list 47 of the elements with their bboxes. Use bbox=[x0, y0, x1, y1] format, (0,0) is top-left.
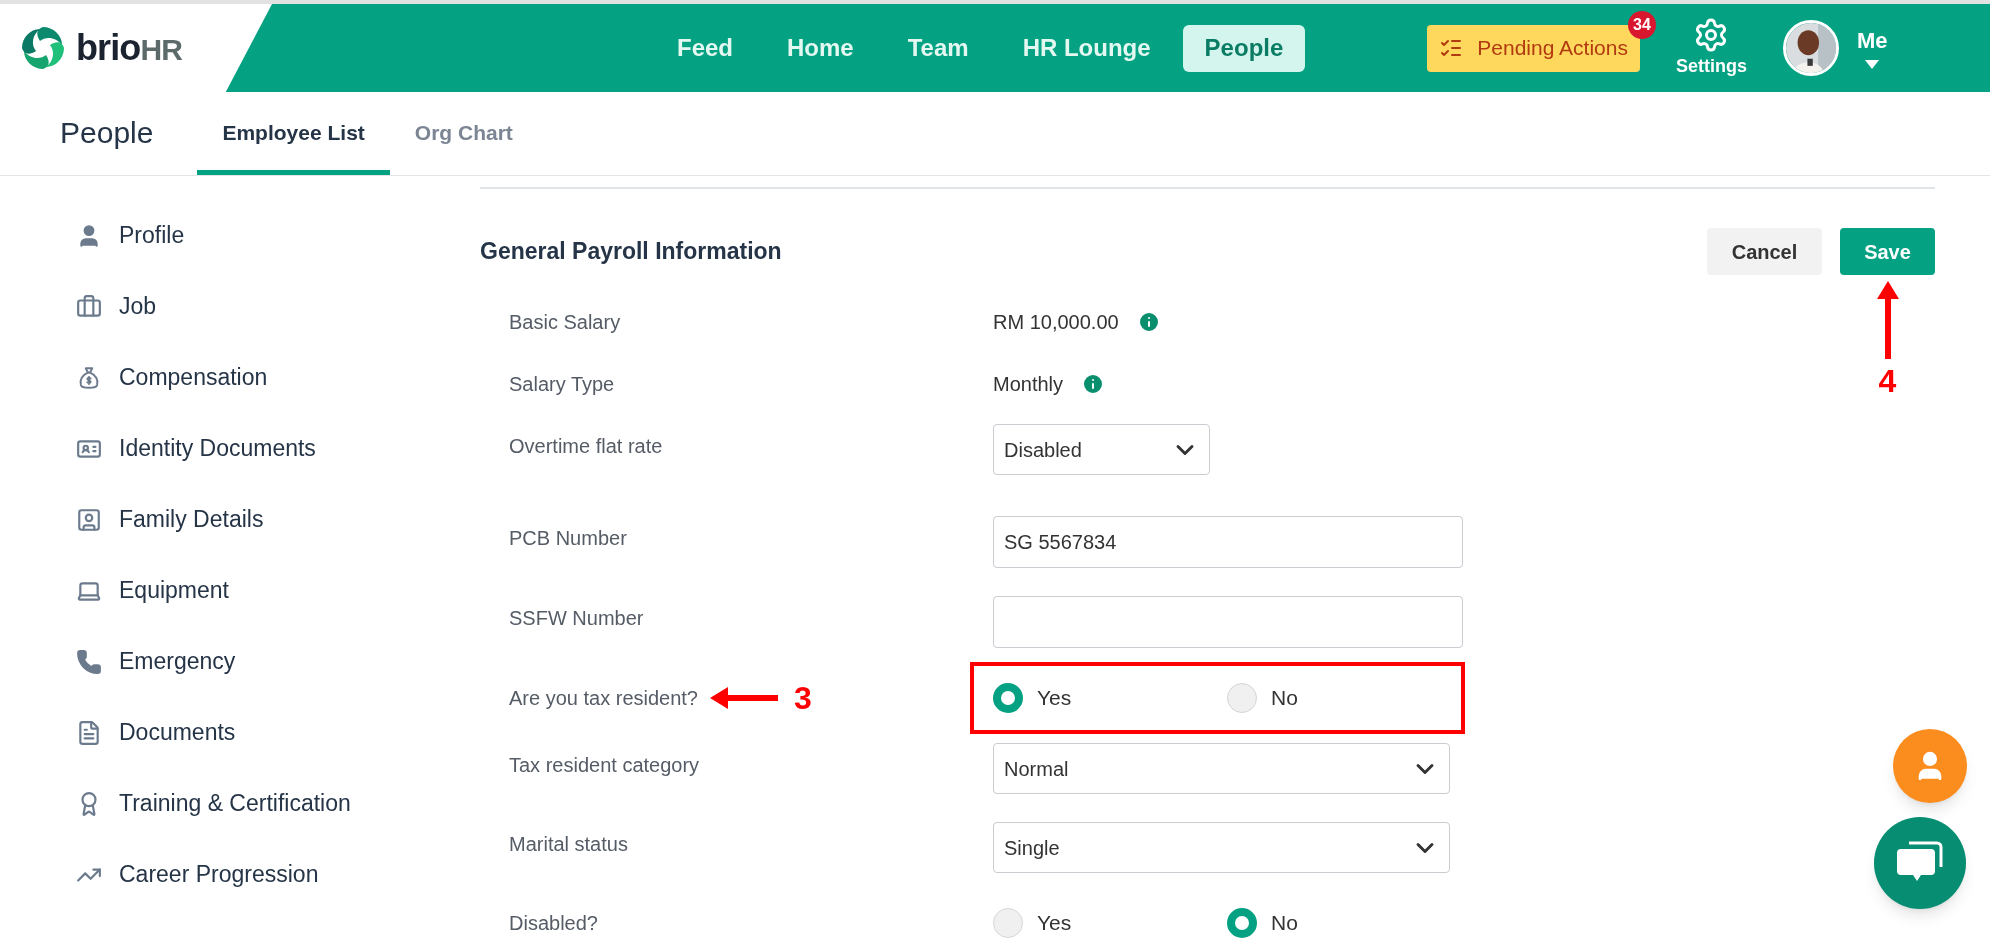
radio-option[interactable]: No bbox=[1227, 676, 1461, 720]
field-label: Tax resident category bbox=[509, 753, 700, 778]
notification-badge: 34 bbox=[1627, 10, 1656, 39]
field-label: Are you tax resident? bbox=[509, 686, 698, 711]
field-label: Salary Type bbox=[509, 372, 615, 397]
contact-button[interactable] bbox=[1893, 729, 1967, 803]
contact-card-icon bbox=[76, 506, 102, 533]
section-title: General Payroll Information bbox=[480, 237, 782, 267]
field-value: RM 10,000.00 bbox=[993, 310, 1119, 335]
radio-option[interactable]: Yes bbox=[993, 676, 1227, 720]
logo-text: brioHR bbox=[76, 26, 182, 70]
field-label: Marital status bbox=[509, 832, 628, 857]
radio-option[interactable]: Yes bbox=[993, 901, 1227, 941]
sidebar-item[interactable]: Compensation bbox=[76, 342, 480, 413]
tab[interactable]: Employee List bbox=[197, 103, 390, 175]
select-field[interactable]: Disabled bbox=[993, 424, 1210, 475]
field-label: Overtime flat rate bbox=[509, 434, 663, 459]
phone-icon bbox=[76, 648, 102, 675]
sidebar-item[interactable]: Job bbox=[76, 271, 480, 342]
tab[interactable]: Org Chart bbox=[389, 103, 538, 175]
annotation-number: 3 bbox=[794, 682, 812, 714]
field-label: Basic Salary bbox=[509, 310, 621, 335]
radio-option[interactable]: No bbox=[1227, 901, 1461, 941]
nav-link[interactable]: People bbox=[1182, 24, 1306, 72]
text-input[interactable] bbox=[993, 596, 1463, 648]
sidebar-item[interactable]: Emergency bbox=[76, 626, 480, 697]
document-icon bbox=[76, 719, 102, 746]
field-label: SSFW Number bbox=[509, 606, 644, 631]
sidebar-item[interactable]: Identity Documents bbox=[76, 413, 480, 484]
caret-icon bbox=[1865, 60, 1880, 70]
cancel-button[interactable]: Cancel bbox=[1707, 228, 1822, 275]
annotation-number: 4 bbox=[1878, 365, 1897, 397]
text-input[interactable]: SG 5567834 bbox=[993, 516, 1463, 568]
sidebar-item[interactable]: Documents bbox=[76, 697, 480, 768]
page-title: People bbox=[60, 115, 154, 151]
field-label: PCB Number bbox=[509, 526, 627, 551]
field-value: Monthly bbox=[993, 372, 1064, 397]
sidebar-item[interactable]: Career Progression bbox=[76, 839, 480, 910]
sidebar-item[interactable]: Training & Certification bbox=[76, 768, 480, 839]
select-field[interactable]: Normal bbox=[993, 743, 1450, 794]
sidebar-item[interactable]: Family Details bbox=[76, 484, 480, 555]
field-label: Disabled? bbox=[509, 911, 598, 936]
sidebar-item[interactable]: Profile bbox=[76, 200, 480, 271]
briefcase-icon bbox=[76, 293, 102, 320]
annotation-arrow bbox=[710, 687, 778, 709]
select-field[interactable]: Single bbox=[993, 822, 1450, 873]
sidebar-item[interactable]: Equipment bbox=[76, 555, 480, 626]
